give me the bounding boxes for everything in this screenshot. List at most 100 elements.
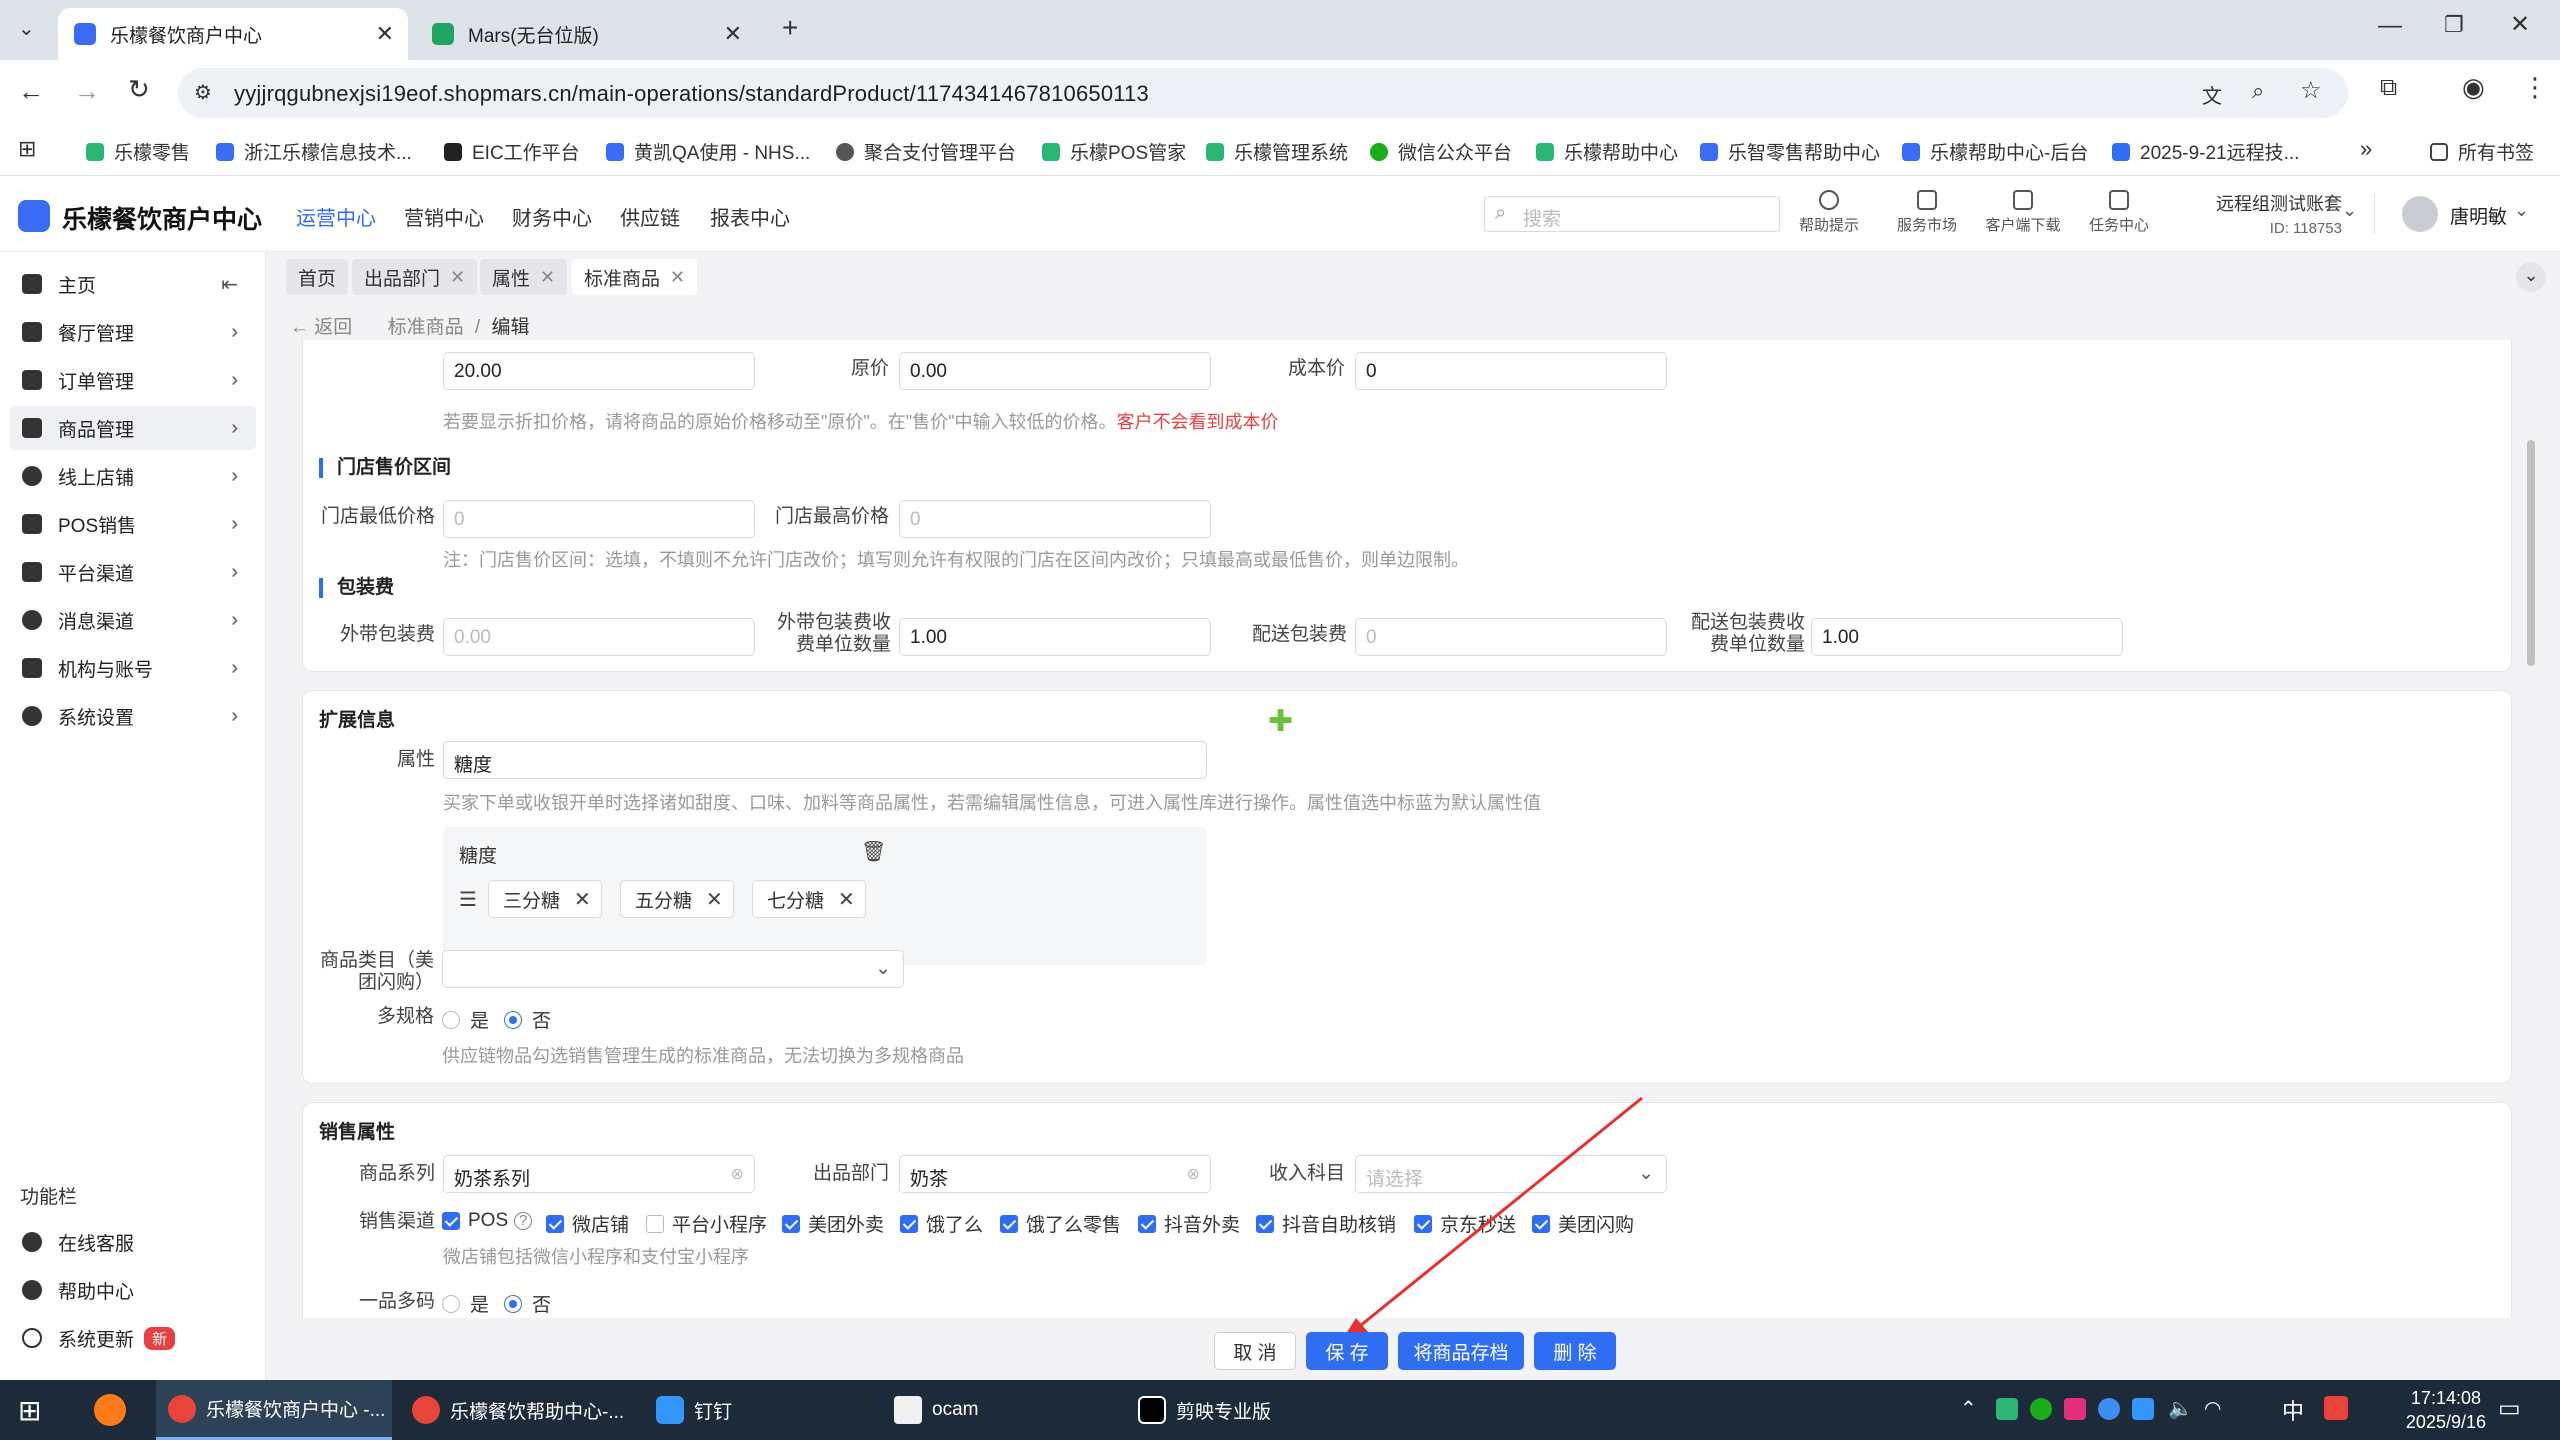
collapse-sidebar-icon[interactable]: ⇤ (221, 272, 238, 297)
channel-checkbox-meituan[interactable]: 美团外卖 (782, 1210, 884, 1237)
restore-icon[interactable]: ❐ (2444, 12, 2464, 38)
tray-app-icon[interactable] (2064, 1398, 2086, 1420)
sidebar-item-products[interactable]: 商品管理 › (10, 406, 256, 450)
channel-checkbox-douyin-takeout[interactable]: 抖音外卖 (1138, 1210, 1240, 1237)
back-link[interactable]: ← 返回 (290, 317, 352, 338)
channel-checkbox-eleme-retail[interactable]: 饿了么零售 (1000, 1210, 1121, 1237)
bookmark-item[interactable]: 乐檬帮助中心 (1536, 138, 1678, 165)
close-tab-icon[interactable]: ✕ (724, 21, 742, 47)
clear-icon[interactable]: ⊗ (1187, 1164, 1200, 1184)
archive-product-button[interactable]: 将商品存档 (1398, 1332, 1524, 1370)
multicode-no-radio[interactable]: 否 (504, 1290, 551, 1317)
task-center-button[interactable]: 任务中心 (2074, 190, 2164, 235)
topnav-operations[interactable]: 运营中心 (296, 202, 376, 231)
browser-tab-active[interactable]: 乐檬餐饮商户中心 ✕ (58, 8, 408, 60)
browser-menu-icon[interactable]: ⋮ (2522, 72, 2548, 103)
close-icon[interactable]: ✕ (540, 267, 555, 288)
wechat-icon[interactable] (2030, 1398, 2052, 1420)
store-min-input[interactable]: 0 (443, 500, 755, 538)
sogou-icon[interactable] (2324, 1396, 2348, 1420)
sidebar-item-home[interactable]: 主页 ⇤ (10, 262, 256, 306)
content-scrollbar[interactable] (2524, 350, 2538, 1310)
sale-price-input[interactable]: 20.00 (443, 352, 755, 390)
sidebar-item-online-store[interactable]: 线上店铺 › (10, 454, 256, 498)
translate-icon[interactable]: 文 (2202, 80, 2222, 109)
browser-tab[interactable]: Mars(无台位版) ✕ (416, 8, 756, 60)
new-tab-icon[interactable]: + (782, 12, 798, 44)
cancel-button[interactable]: 取 消 (1214, 1332, 1296, 1370)
taskbar-chrome-merchant[interactable]: 乐檬餐饮商户中心 -... (156, 1380, 392, 1440)
taskbar-jianying[interactable]: 剪映专业版 (1126, 1380, 1362, 1440)
series-select[interactable]: 奶茶系列 ⊗ (443, 1155, 755, 1193)
sidebar-item-org-accounts[interactable]: 机构与账号 › (10, 646, 256, 690)
sidebar-item-message-channels[interactable]: 消息渠道 › (10, 598, 256, 642)
site-info-icon[interactable]: ⚙ (194, 80, 212, 105)
takeout-fee-input[interactable]: 0.00 (443, 618, 755, 656)
avatar[interactable] (2402, 196, 2438, 232)
multispec-no-radio[interactable]: 否 (504, 1006, 551, 1033)
attribute-tag[interactable]: 五分糖 ✕ (620, 880, 734, 918)
bookmark-item[interactable]: 聚合支付管理平台 (836, 138, 1016, 165)
system-clock[interactable]: 17:14:08 2025/9/16 (2406, 1386, 2486, 1434)
help-tips-button[interactable]: 帮助提示 (1784, 190, 1874, 235)
tab-standard-product[interactable]: 标准商品 ✕ (572, 259, 698, 295)
bookmark-item[interactable]: EIC工作平台 (444, 138, 580, 165)
sidebar-item-settings[interactable]: 系统设置 › (10, 694, 256, 738)
attribute-tag[interactable]: 七分糖 ✕ (752, 880, 866, 918)
scrollbar-thumb[interactable] (2527, 440, 2535, 666)
store-max-input[interactable]: 0 (899, 500, 1211, 538)
bookmark-item[interactable]: 乐檬零售 (86, 138, 190, 165)
close-tab-icon[interactable]: ✕ (376, 21, 394, 47)
trash-icon[interactable]: 🗑 (861, 839, 886, 864)
dingtalk-tray-icon[interactable] (2132, 1398, 2154, 1420)
bookmark-item[interactable]: 乐檬帮助中心-后台 (1902, 138, 2088, 165)
close-icon[interactable]: ✕ (450, 267, 465, 288)
topnav-supply-chain[interactable]: 供应链 (620, 202, 680, 231)
channel-checkbox-eleme[interactable]: 饿了么 (900, 1210, 983, 1237)
topnav-reports[interactable]: 报表中心 (710, 202, 790, 231)
tabs-dropdown-icon[interactable]: ⌄ (2516, 262, 2546, 292)
zoom-icon[interactable]: ⌕ (2252, 78, 2264, 104)
client-download-button[interactable]: 客户端下载 (1978, 190, 2068, 235)
original-price-input[interactable]: 0.00 (899, 352, 1211, 390)
tab-attributes[interactable]: 属性 ✕ (480, 259, 568, 295)
windows-start-icon[interactable]: ⊞ (18, 1394, 41, 1427)
back-arrow-icon[interactable]: ← (18, 76, 44, 107)
sidebar-online-service[interactable]: 在线客服 (10, 1220, 256, 1264)
wifi-icon[interactable]: ◠ (2204, 1396, 2221, 1421)
channel-checkbox-micro-store[interactable]: 微店铺 (546, 1210, 629, 1237)
chevron-down-icon[interactable]: ⌄ (2342, 200, 2357, 221)
sidebar-item-platform-channels[interactable]: 平台渠道 › (10, 550, 256, 594)
tray-app-icon[interactable] (2098, 1398, 2120, 1420)
drag-list-icon[interactable]: ☰ (459, 887, 477, 912)
taskbar-chrome-help[interactable]: 乐檬餐饮帮助中心-... (400, 1380, 636, 1440)
bookmark-item[interactable]: 乐檬POS管家 (1042, 138, 1186, 165)
tray-app-icon[interactable] (1996, 1398, 2018, 1420)
close-icon[interactable]: ✕ (706, 887, 723, 912)
account-switcher[interactable]: 远程组测试账套 ID: 118753 (2212, 190, 2342, 237)
close-icon[interactable]: ✕ (838, 887, 855, 912)
apps-grid-icon[interactable]: ⊞ (18, 136, 36, 162)
takeout-unit-input[interactable]: 1.00 (899, 618, 1211, 656)
window-close-icon[interactable]: ✕ (2510, 10, 2530, 39)
bookmark-item[interactable]: 浙江乐檬信息技术... (216, 138, 412, 165)
delete-button[interactable]: 删 除 (1534, 1332, 1616, 1370)
bookmark-item[interactable]: 乐檬管理系统 (1206, 138, 1348, 165)
multispec-yes-radio[interactable]: 是 (442, 1006, 489, 1033)
bookmark-item[interactable]: 黄凯QA使用 - NHS... (606, 138, 810, 165)
service-market-button[interactable]: 服务市场 (1882, 190, 1972, 235)
all-bookmarks-folder[interactable]: 所有书签 (2430, 138, 2534, 165)
topnav-marketing[interactable]: 营销中心 (404, 202, 484, 231)
user-name[interactable]: 唐明敏 (2450, 202, 2507, 229)
category-select[interactable]: ⌄ (442, 950, 904, 988)
sidebar-help-center[interactable]: 帮助中心 (10, 1268, 256, 1312)
address-bar[interactable]: ⚙ yyjjrqgubnexjsi19eof.shopmars.cn/main-… (178, 68, 2348, 118)
sidebar-item-pos-sales[interactable]: POS销售 › (10, 502, 256, 546)
sidebar-system-update[interactable]: 系统更新 新 (10, 1316, 256, 1360)
forward-arrow-icon[interactable]: → (74, 76, 100, 107)
ime-indicator[interactable]: 中 (2282, 1394, 2304, 1426)
sidebar-item-orders[interactable]: 订单管理 › (10, 358, 256, 402)
attribute-select[interactable]: 糖度 (443, 741, 1207, 779)
close-icon[interactable]: ✕ (670, 267, 685, 288)
dept-select[interactable]: 奶茶 ⊗ (899, 1155, 1211, 1193)
